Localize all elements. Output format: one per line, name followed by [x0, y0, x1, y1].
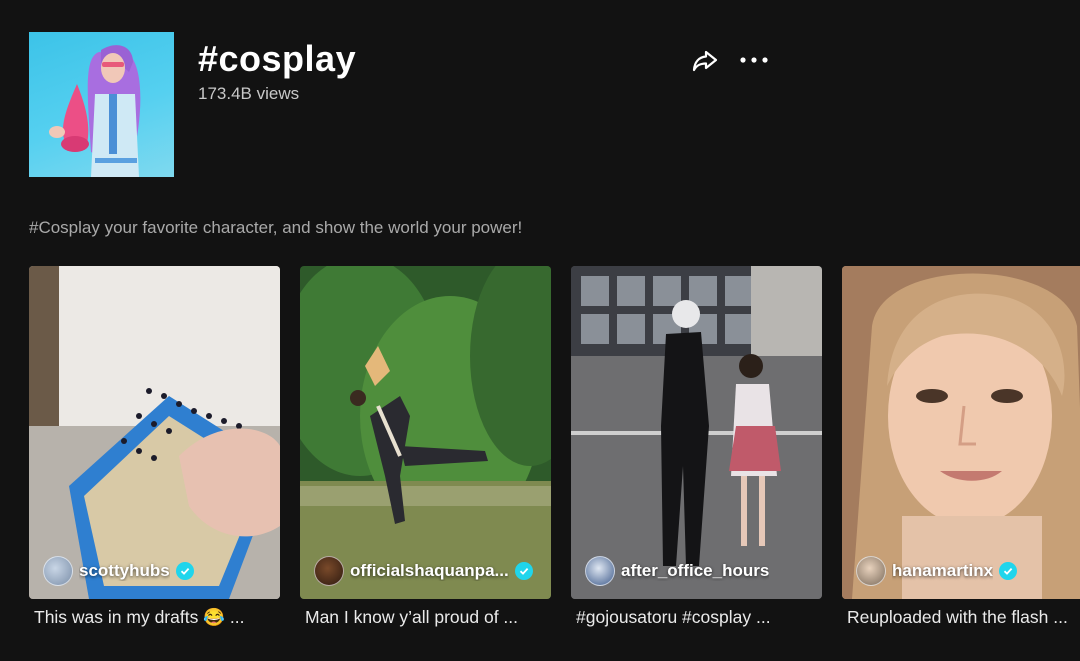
video-card[interactable]: after_office_hours #gojousatoru #cosplay… — [571, 266, 822, 636]
verified-badge-icon — [175, 562, 194, 580]
video-author[interactable]: officialshaquanpa... — [314, 556, 533, 586]
username[interactable]: after_office_hours — [621, 561, 769, 581]
video-thumbnail[interactable] — [29, 266, 280, 599]
video-card[interactable]: officialshaquanpa... Man I know y’all pr… — [300, 266, 551, 636]
share-button[interactable] — [690, 46, 720, 76]
more-options-button[interactable] — [738, 46, 770, 74]
username[interactable]: hanamartinx — [892, 561, 993, 581]
hashtag-description: #Cosplay your favorite character, and sh… — [29, 218, 523, 237]
verified-badge-icon — [514, 562, 533, 580]
avatar[interactable] — [314, 556, 344, 586]
video-card[interactable]: hanamartinx Reuploaded with the flash ..… — [842, 266, 1080, 636]
avatar[interactable] — [43, 556, 73, 586]
video-thumbnail[interactable] — [842, 266, 1080, 599]
hashtag-view-count: 173.4B views — [198, 84, 300, 103]
video-caption: #gojousatoru #cosplay ... — [576, 607, 771, 627]
username[interactable]: scottyhubs — [79, 561, 170, 581]
video-author[interactable]: hanamartinx — [856, 556, 1018, 586]
video-author[interactable]: scottyhubs — [43, 556, 194, 586]
avatar[interactable] — [856, 556, 886, 586]
verified-badge-icon — [999, 562, 1018, 580]
video-card[interactable]: scottyhubs This was in my drafts 😂 ... — [29, 266, 280, 636]
video-caption: Man I know y’all proud of ... — [305, 607, 519, 627]
hashtag-cover-image — [29, 32, 174, 177]
username[interactable]: officialshaquanpa... — [350, 561, 509, 581]
share-arrow-icon — [692, 50, 718, 72]
hashtag-title: #cosplay — [198, 38, 357, 79]
video-caption: Reuploaded with the flash ... — [847, 607, 1068, 627]
more-dots-icon — [740, 57, 768, 63]
video-caption: This was in my drafts 😂 ... — [34, 607, 245, 627]
avatar[interactable] — [585, 556, 615, 586]
video-thumbnail[interactable] — [571, 266, 822, 599]
video-author[interactable]: after_office_hours — [585, 556, 769, 586]
video-grid: scottyhubs This was in my drafts 😂 ... o… — [29, 266, 1080, 661]
video-thumbnail[interactable] — [300, 266, 551, 599]
